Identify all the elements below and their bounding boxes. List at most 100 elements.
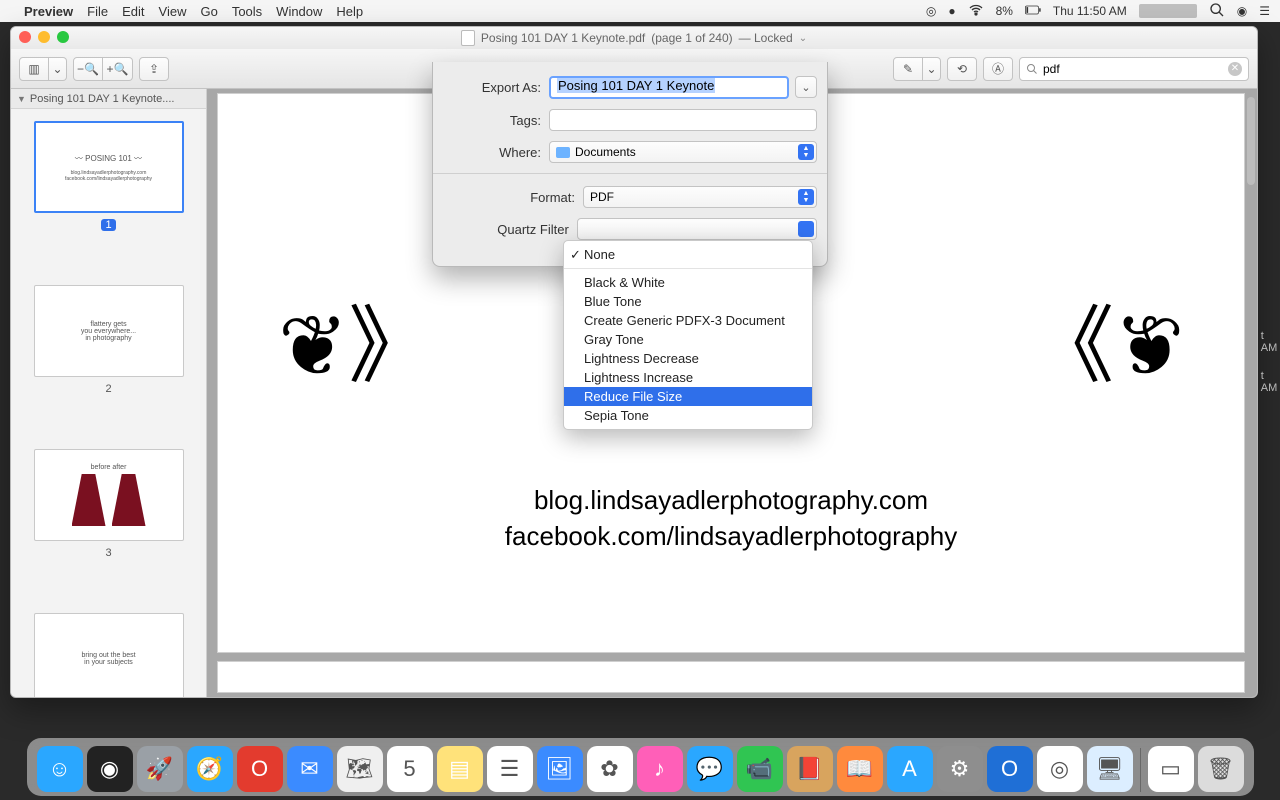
view-mode-segment[interactable]: ▥ ⌄ [19, 57, 67, 81]
document-icon [461, 30, 475, 46]
search-input[interactable] [1043, 62, 1223, 76]
dock-app-maps[interactable]: 🗺 [337, 746, 383, 792]
search-icon [1026, 63, 1038, 75]
menu-window[interactable]: Window [276, 4, 322, 19]
menu-item[interactable]: Sepia Tone [564, 406, 812, 425]
rotate-button[interactable]: ⟲ [947, 57, 977, 81]
view-mode-chevron[interactable]: ⌄ [49, 57, 67, 81]
format-popup[interactable]: PDF ▲▼ [583, 186, 817, 208]
window-minimize[interactable] [38, 31, 50, 43]
menu-item-none[interactable]: ✓None [564, 245, 812, 264]
disclosure-triangle-icon[interactable]: ▼ [17, 94, 26, 104]
user-menu[interactable] [1139, 4, 1197, 18]
markup-segment[interactable]: ✎ ⌄ [893, 57, 941, 81]
dock-app-notes[interactable]: ▤ [437, 746, 483, 792]
app-menu[interactable]: Preview [24, 4, 73, 19]
export-as-label: Export As: [443, 80, 549, 95]
folder-icon [556, 147, 570, 158]
highlight-button[interactable]: ✎ [893, 57, 923, 81]
menu-view[interactable]: View [159, 4, 187, 19]
highlight-chevron[interactable]: ⌄ [923, 57, 941, 81]
menu-file[interactable]: File [87, 4, 108, 19]
menu-item[interactable]: Lightness Decrease [564, 349, 812, 368]
thumbnails-sidebar: ▼ Posing 101 DAY 1 Keynote.... 〰 POSING … [11, 89, 207, 697]
menu-separator [564, 268, 812, 269]
dock-app-facetime[interactable]: 📹 [737, 746, 783, 792]
dock-app-itunes[interactable]: ♪ [637, 746, 683, 792]
export-as-field[interactable]: Posing 101 DAY 1 Keynote [549, 76, 789, 99]
zoom-in-button[interactable]: +🔍 [103, 57, 133, 81]
window-close[interactable] [19, 31, 31, 43]
dock-app-mail[interactable]: ✉ [287, 746, 333, 792]
dock-app-launchpad[interactable]: 🚀 [137, 746, 183, 792]
status-dot-icon[interactable]: ● [948, 4, 955, 18]
dock-app-finder[interactable]: ☺ [37, 746, 83, 792]
where-popup[interactable]: Documents ▲▼ [549, 141, 817, 163]
dock-app-screenshot[interactable]: 🖥 [1087, 746, 1133, 792]
zoom-segment[interactable]: −🔍 +🔍 [73, 57, 133, 81]
dock-app-sysprefs[interactable]: ⚙ [937, 746, 983, 792]
markup-toolbar-button[interactable]: Ⓐ [983, 57, 1013, 81]
dock-app-ibooks[interactable]: 📖 [837, 746, 883, 792]
thumbnail[interactable]: before after3 [34, 449, 184, 559]
battery-percent: 8% [996, 4, 1013, 18]
battery-icon[interactable] [1025, 2, 1041, 21]
expand-save-panel[interactable]: ⌄ [795, 76, 817, 98]
dock: ☺◉🚀🧭O✉🗺5▤☰🖼✿♪💬📹📕📖A⚙O◎🖥▭🗑 [0, 738, 1280, 796]
titlebar[interactable]: Posing 101 DAY 1 Keynote.pdf (page 1 of … [11, 27, 1257, 49]
thumbnail[interactable]: flattery getsyou everywhere...in photogr… [34, 285, 184, 395]
quartz-filter-popup[interactable] [577, 218, 817, 240]
dock-app-preview[interactable]: 🖼 [537, 746, 583, 792]
menu-item[interactable]: Lightness Increase [564, 368, 812, 387]
notification-center-icon[interactable]: ☰ [1259, 4, 1270, 18]
title-page: (page 1 of 240) [651, 31, 732, 45]
menu-item[interactable]: Black & White [564, 273, 812, 292]
title-locked[interactable]: — Locked [739, 31, 793, 45]
siri-icon[interactable]: ◉ [1237, 4, 1247, 18]
tags-field[interactable] [549, 109, 817, 131]
dock-app-outlook[interactable]: O [987, 746, 1033, 792]
next-page-peek[interactable] [217, 661, 1245, 693]
menu-item[interactable]: Gray Tone [564, 330, 812, 349]
popup-arrows-icon: ▲▼ [798, 189, 814, 205]
window-zoom[interactable] [57, 31, 69, 43]
share-button[interactable]: ⇪ [139, 57, 169, 81]
wifi-icon[interactable] [968, 2, 984, 21]
menu-item[interactable]: Create Generic PDFX-3 Document [564, 311, 812, 330]
sidebar-header[interactable]: ▼ Posing 101 DAY 1 Keynote.... [11, 89, 206, 109]
sidebar-toggle[interactable]: ▥ [19, 57, 49, 81]
menu-item[interactable]: Reduce File Size [564, 387, 812, 406]
search-field[interactable]: ✕ [1019, 57, 1249, 81]
dock-app-safari[interactable]: 🧭 [187, 746, 233, 792]
page-links: blog.lindsayadlerphotography.com faceboo… [218, 482, 1244, 555]
dock-app-messages[interactable]: 💬 [687, 746, 733, 792]
thumbnail[interactable]: bring out the bestin your subjects [34, 613, 184, 697]
dock-app-contacts[interactable]: 📕 [787, 746, 833, 792]
menu-tools[interactable]: Tools [232, 4, 262, 19]
chevron-down-icon[interactable]: ⌄ [799, 33, 807, 44]
spotlight-icon[interactable] [1209, 2, 1225, 21]
vertical-scrollbar[interactable] [1247, 97, 1255, 185]
background-peek: t AM [1262, 370, 1276, 394]
where-label: Where: [443, 145, 549, 160]
dock-app-calendar[interactable]: 5 [387, 746, 433, 792]
dock-app-appstore[interactable]: A [887, 746, 933, 792]
cc-icon[interactable]: ◎ [926, 4, 936, 18]
sidebar-title: Posing 101 DAY 1 Keynote.... [30, 93, 175, 105]
dock-app-chrome[interactable]: ◎ [1037, 746, 1083, 792]
dock-app-reminders[interactable]: ☰ [487, 746, 533, 792]
popup-arrows-icon: ▲▼ [798, 144, 814, 160]
clock[interactable]: Thu 11:50 AM [1053, 4, 1127, 18]
menu-go[interactable]: Go [200, 4, 217, 19]
thumbnail[interactable]: 〰 POSING 101 〰blog.lindsayadlerphotograp… [34, 121, 184, 231]
dock-app-photos[interactable]: ✿ [587, 746, 633, 792]
clear-search-icon[interactable]: ✕ [1228, 62, 1242, 76]
menu-help[interactable]: Help [336, 4, 363, 19]
dock-app-trash[interactable]: 🗑 [1198, 746, 1244, 792]
menu-edit[interactable]: Edit [122, 4, 144, 19]
dock-app-siri[interactable]: ◉ [87, 746, 133, 792]
dock-app-opera[interactable]: O [237, 746, 283, 792]
menu-item[interactable]: Blue Tone [564, 292, 812, 311]
zoom-out-button[interactable]: −🔍 [73, 57, 103, 81]
dock-app-downloads[interactable]: ▭ [1148, 746, 1194, 792]
